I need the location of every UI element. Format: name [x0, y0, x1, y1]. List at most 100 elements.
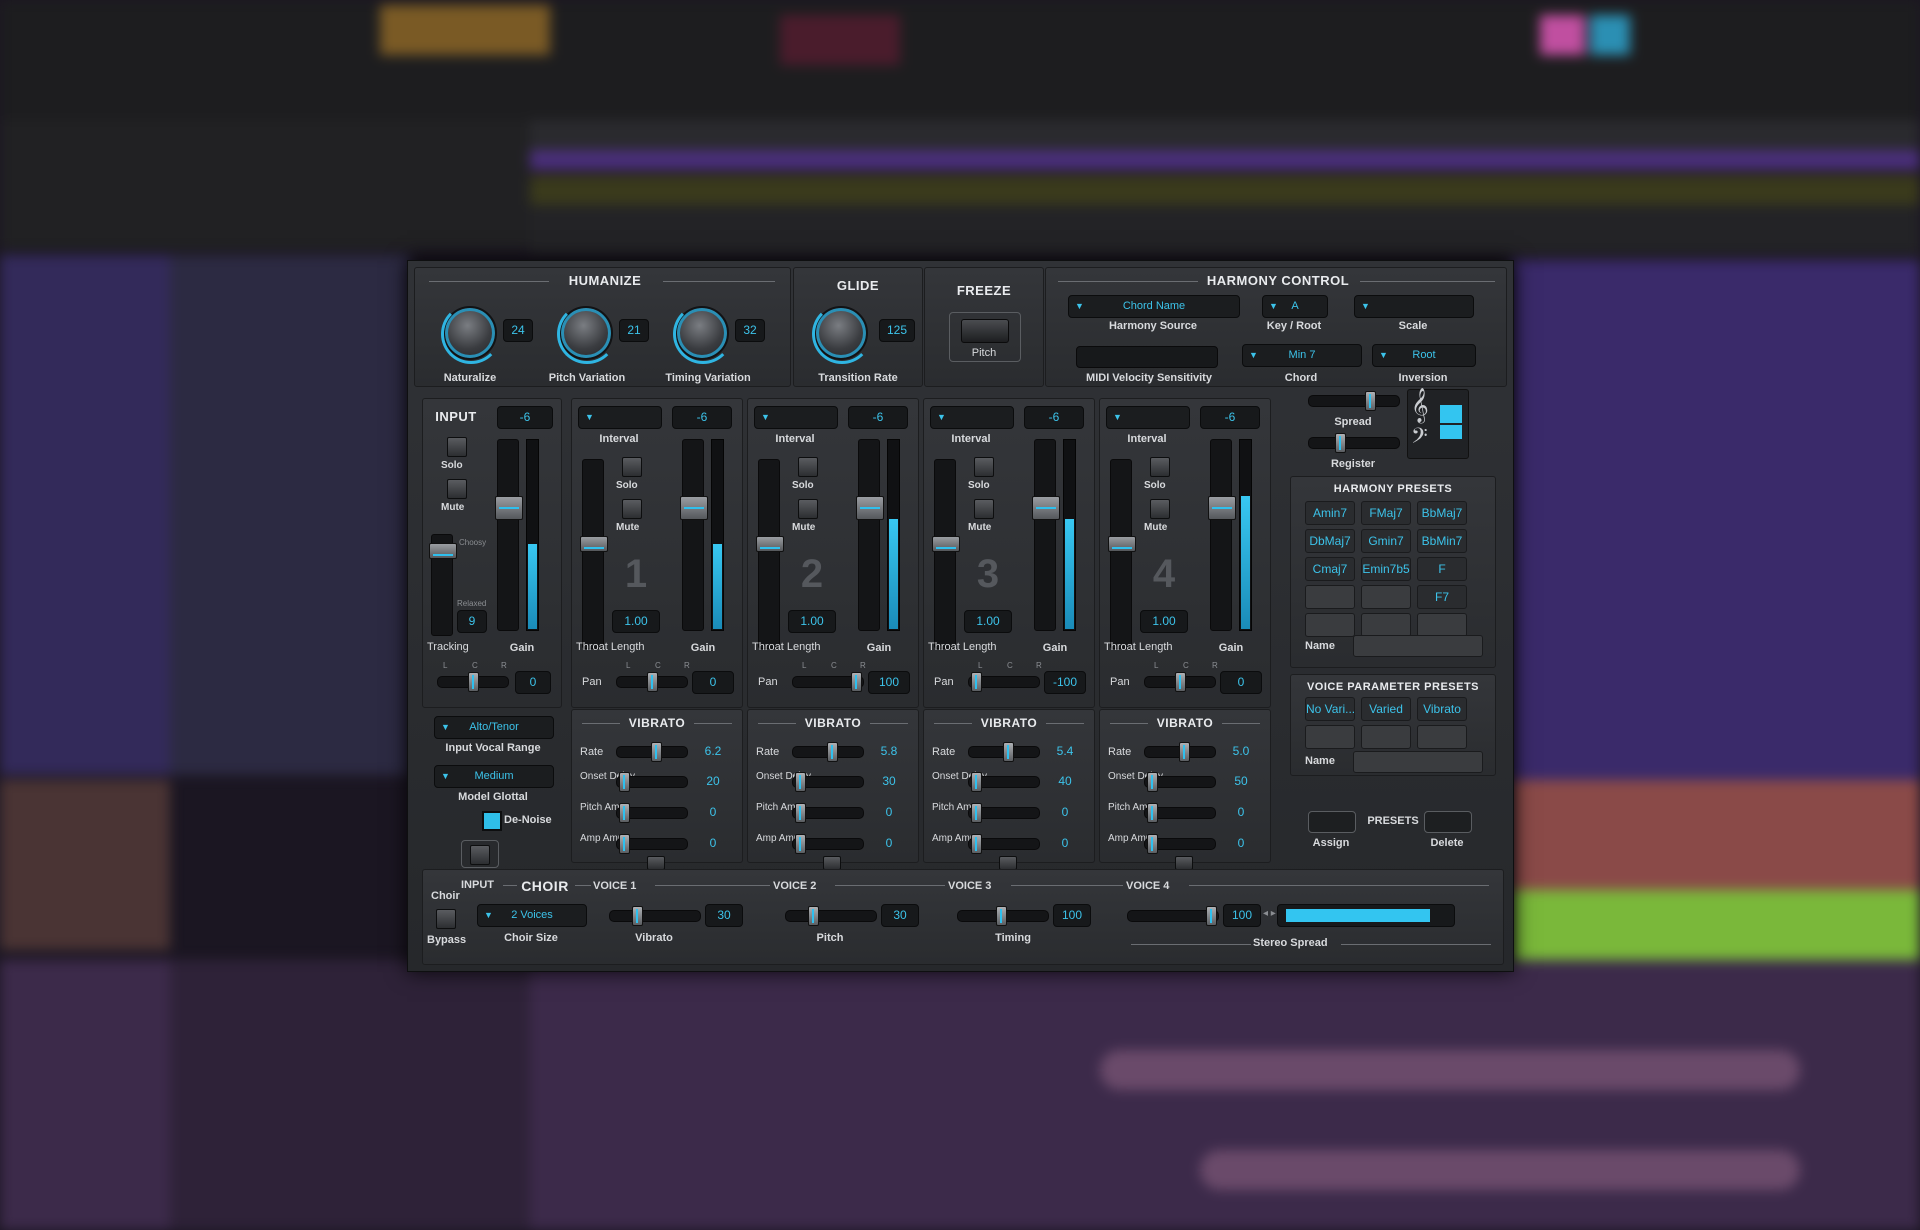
voice-2-pan-value[interactable]: 100	[868, 671, 910, 694]
choir-input-button[interactable]	[470, 845, 490, 865]
harmony-preset-slot[interactable]: BbMin7	[1417, 529, 1467, 553]
assign-button[interactable]	[1308, 811, 1356, 833]
voice-4-gain-value[interactable]: -6	[1200, 406, 1260, 429]
voice-4-interval-dropdown[interactable]: ▼	[1106, 406, 1190, 429]
voice-2-rate-slider[interactable]	[792, 742, 864, 762]
voice-2-mute-button[interactable]	[798, 499, 818, 519]
choir-pitch-slider[interactable]	[785, 906, 877, 926]
harmony-preset-slot[interactable]: BbMaj7	[1417, 501, 1467, 525]
voice-3-amp-amnt-slider[interactable]	[968, 834, 1040, 854]
voice-2-pitch-amnt-slider[interactable]	[792, 803, 864, 823]
voice-2-solo-button[interactable]	[798, 457, 818, 477]
input-solo-button[interactable]	[447, 437, 467, 457]
stereo-spread-slider[interactable]	[1127, 906, 1219, 926]
tracking-fader[interactable]	[429, 534, 457, 636]
voice-3-gain-value[interactable]: -6	[1024, 406, 1084, 429]
voice-2-pan-slider[interactable]	[792, 672, 864, 692]
denoise-checkbox[interactable]	[482, 811, 502, 831]
voice-4-solo-button[interactable]	[1150, 457, 1170, 477]
harmony-preset-slot[interactable]: Cmaj7	[1305, 557, 1355, 581]
chord-dropdown[interactable]: ▼ Min 7	[1242, 344, 1362, 367]
harmony-preset-slot[interactable]: F7	[1417, 585, 1467, 609]
voice-4-rate-slider[interactable]	[1144, 742, 1216, 762]
voice-4-pan-slider[interactable]	[1144, 672, 1216, 692]
voice-1-pitch-amnt-slider[interactable]	[616, 803, 688, 823]
voice-1-rate-value[interactable]: 6.2	[692, 740, 734, 763]
voice-3-pan-value[interactable]: -100	[1044, 671, 1086, 694]
voice-4-pitch-amnt-value[interactable]: 0	[1220, 801, 1262, 824]
harmony-preset-slot[interactable]: DbMaj7	[1305, 529, 1355, 553]
voice-1-onset-slider[interactable]	[616, 772, 688, 792]
voice-3-onset-slider[interactable]	[968, 772, 1040, 792]
input-vocal-range-dropdown[interactable]: ▼ Alto/Tenor	[434, 716, 554, 739]
voice-3-interval-dropdown[interactable]: ▼	[930, 406, 1014, 429]
voice-1-amp-amnt-slider[interactable]	[616, 834, 688, 854]
harmony-preset-slot[interactable]: Emin7b5	[1361, 557, 1411, 581]
voice-preset-name-input[interactable]	[1353, 751, 1483, 773]
spread-slider[interactable]	[1308, 391, 1400, 411]
voice-1-pitch-amnt-value[interactable]: 0	[692, 801, 734, 824]
harmony-preset-slot[interactable]	[1361, 585, 1411, 609]
choir-timing-value[interactable]: 100	[1053, 904, 1091, 927]
naturalize-knob[interactable]	[441, 304, 501, 364]
choir-vibrato-value[interactable]: 30	[705, 904, 743, 927]
timing-variation-value[interactable]: 32	[735, 319, 765, 342]
voice-2-onset-value[interactable]: 30	[868, 770, 910, 793]
voice-2-throat-fader[interactable]	[756, 459, 784, 649]
voice-2-throat-value[interactable]: 1.00	[788, 610, 836, 633]
voice-1-mute-button[interactable]	[622, 499, 642, 519]
voice-2-amp-amnt-value[interactable]: 0	[868, 832, 910, 855]
harmony-preset-slot[interactable]	[1305, 613, 1355, 637]
delete-button[interactable]	[1424, 811, 1472, 833]
tracking-value[interactable]: 9	[457, 610, 487, 633]
choir-size-dropdown[interactable]: ▼ 2 Voices	[477, 904, 587, 927]
voice-1-amp-amnt-value[interactable]: 0	[692, 832, 734, 855]
voice-4-mute-button[interactable]	[1150, 499, 1170, 519]
transition-rate-knob[interactable]	[812, 304, 872, 364]
voice-2-amp-amnt-slider[interactable]	[792, 834, 864, 854]
voice-1-pan-slider[interactable]	[616, 672, 688, 692]
voice-parameter-preset-slot[interactable]: No Vari...	[1305, 697, 1355, 721]
voice-4-onset-value[interactable]: 50	[1220, 770, 1262, 793]
choir-pitch-value[interactable]: 30	[881, 904, 919, 927]
choir-vibrato-slider[interactable]	[609, 906, 701, 926]
voice-3-rate-value[interactable]: 5.4	[1044, 740, 1086, 763]
voice-1-gain-fader[interactable]	[680, 439, 708, 631]
input-pan-slider[interactable]	[437, 672, 509, 692]
voice-4-rate-value[interactable]: 5.0	[1220, 740, 1262, 763]
harmony-preset-slot[interactable]: Gmin7	[1361, 529, 1411, 553]
voice-2-rate-value[interactable]: 5.8	[868, 740, 910, 763]
input-gain-value[interactable]: -6	[497, 406, 553, 429]
voice-1-choir-toggle[interactable]	[647, 856, 665, 870]
voice-3-amp-amnt-value[interactable]: 0	[1044, 832, 1086, 855]
voice-3-pan-slider[interactable]	[968, 672, 1040, 692]
voice-3-choir-toggle[interactable]	[999, 856, 1017, 870]
voice-4-pan-value[interactable]: 0	[1220, 671, 1262, 694]
voice-3-throat-value[interactable]: 1.00	[964, 610, 1012, 633]
voice-3-gain-fader[interactable]	[1032, 439, 1060, 631]
voice-3-throat-fader[interactable]	[932, 459, 960, 649]
voice-1-pan-value[interactable]: 0	[692, 671, 734, 694]
voice-4-pitch-amnt-slider[interactable]	[1144, 803, 1216, 823]
voice-4-amp-amnt-value[interactable]: 0	[1220, 832, 1262, 855]
voice-3-solo-button[interactable]	[974, 457, 994, 477]
voice-4-onset-slider[interactable]	[1144, 772, 1216, 792]
register-slider[interactable]	[1308, 433, 1400, 453]
voice-1-gain-value[interactable]: -6	[672, 406, 732, 429]
harmony-preset-slot[interactable]: FMaj7	[1361, 501, 1411, 525]
harmony-source-dropdown[interactable]: ▼ Chord Name	[1068, 295, 1240, 318]
pitch-variation-knob[interactable]	[557, 304, 617, 364]
input-gain-fader[interactable]	[495, 439, 523, 631]
voice-1-throat-fader[interactable]	[580, 459, 608, 649]
voice-parameter-preset-slot[interactable]: Vibrato	[1417, 697, 1467, 721]
voice-4-throat-value[interactable]: 1.00	[1140, 610, 1188, 633]
voice-2-choir-toggle[interactable]	[823, 856, 841, 870]
voice-2-gain-value[interactable]: -6	[848, 406, 908, 429]
voice-1-onset-value[interactable]: 20	[692, 770, 734, 793]
voice-2-onset-slider[interactable]	[792, 772, 864, 792]
harmony-preset-slot[interactable]	[1305, 585, 1355, 609]
harmony-preset-slot[interactable]: Amin7	[1305, 501, 1355, 525]
choir-bypass-button[interactable]	[436, 909, 456, 929]
inversion-dropdown[interactable]: ▼ Root	[1372, 344, 1476, 367]
voice-1-rate-slider[interactable]	[616, 742, 688, 762]
